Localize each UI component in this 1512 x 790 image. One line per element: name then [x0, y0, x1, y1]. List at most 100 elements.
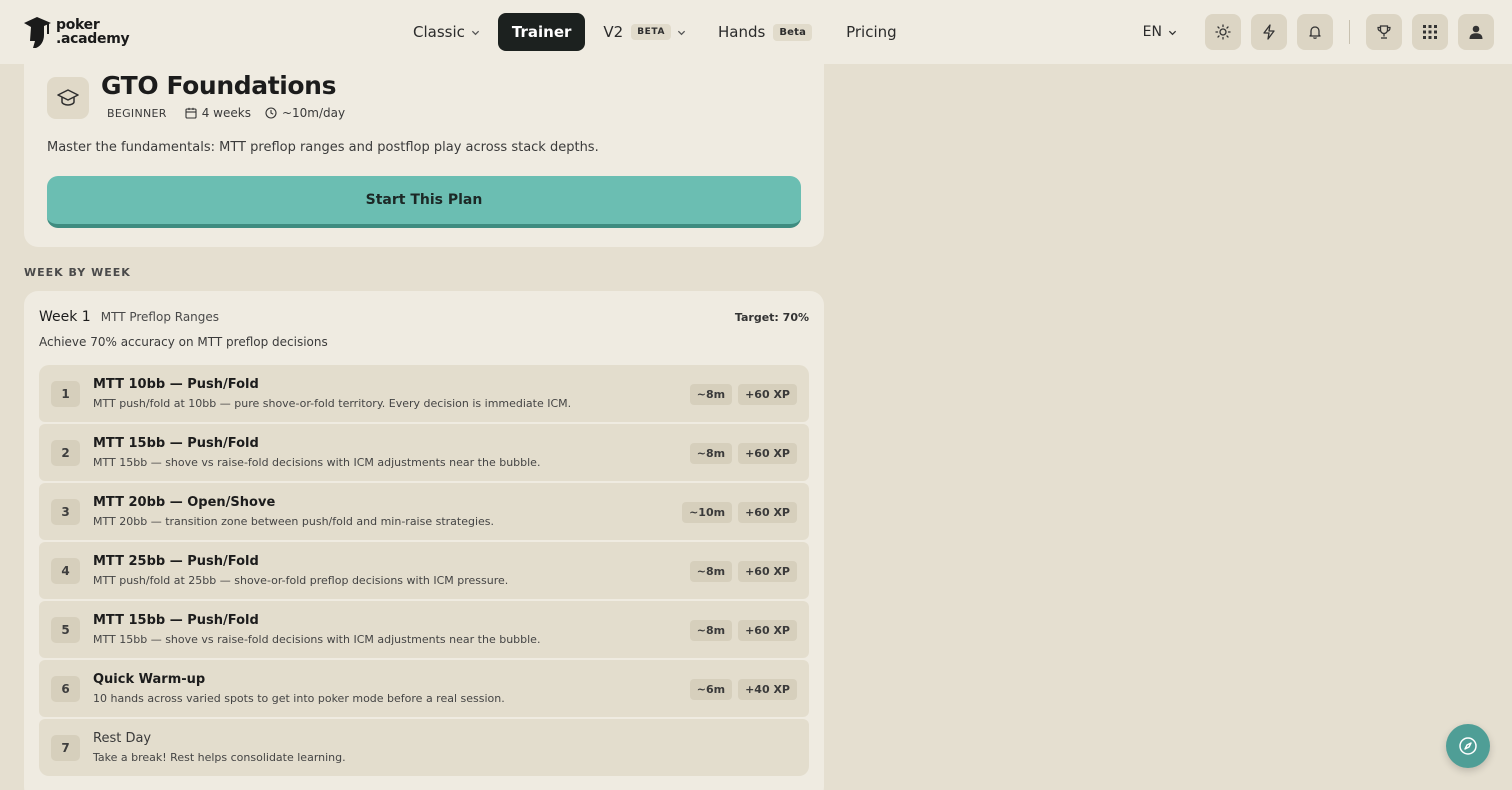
plan-meta: BEGINNER 4 weeks ~10m/day: [101, 106, 359, 120]
plan-title: GTO Foundations: [101, 71, 337, 100]
lesson-item[interactable]: 5 MTT 15bb — Push/Fold MTT 15bb — shove …: [39, 601, 809, 658]
lesson-time-chip: ~8m: [689, 620, 733, 641]
lesson-item[interactable]: 4 MTT 25bb — Push/Fold MTT push/fold at …: [39, 542, 809, 599]
lesson-description: MTT push/fold at 25bb — shove-or-fold pr…: [93, 574, 509, 587]
logo-line-2: .academy: [56, 31, 130, 47]
lesson-description: Take a break! Rest helps consolidate lea…: [93, 751, 346, 764]
lesson-number: 7: [51, 735, 80, 761]
lesson-description: MTT 15bb — shove vs raise-fold decisions…: [93, 456, 541, 469]
lesson-time-chip: ~10m: [682, 502, 733, 523]
leaderboard-button[interactable]: [1366, 14, 1402, 50]
clock-icon: [265, 107, 277, 119]
theme-toggle-button[interactable]: [1205, 14, 1241, 50]
nav-hands-label: Hands: [718, 23, 766, 41]
chevron-down-icon: [677, 30, 686, 35]
lesson-title: MTT 20bb — Open/Shove: [93, 495, 276, 510]
toolbar-divider: [1349, 20, 1350, 44]
nav-v2-label: V2: [603, 23, 624, 41]
lesson-number: 4: [51, 558, 80, 584]
graduation-cap-icon: [57, 89, 79, 106]
lesson-xp-chip: +60 XP: [738, 502, 797, 523]
beta-badge: BETA: [631, 24, 672, 40]
top-navigation-bar: poker .academy Classic Trainer V2 BETA H…: [0, 0, 1512, 64]
lesson-time-chip: ~8m: [689, 561, 733, 582]
lesson-time-chip: ~8m: [689, 443, 733, 464]
grid-icon: [1423, 25, 1437, 39]
lesson-time-chip: ~6m: [689, 679, 733, 700]
compass-icon: [1459, 737, 1477, 755]
apps-menu-button[interactable]: [1412, 14, 1448, 50]
lesson-chips: ~8m +60 XP: [684, 620, 797, 641]
lesson-xp-chip: +40 XP: [738, 679, 797, 700]
lesson-chips: ~8m +60 XP: [684, 443, 797, 464]
lesson-item[interactable]: 2 MTT 15bb — Push/Fold MTT 15bb — shove …: [39, 424, 809, 481]
bell-icon: [1309, 26, 1321, 39]
language-selector[interactable]: EN: [1143, 24, 1177, 40]
lesson-description: MTT 20bb — transition zone between push/…: [93, 515, 495, 528]
lesson-xp-chip: +60 XP: [738, 561, 797, 582]
main-nav: Classic Trainer V2 BETA Hands Beta Prici…: [401, 13, 909, 51]
lesson-title: MTT 25bb — Push/Fold: [93, 554, 259, 569]
language-label: EN: [1142, 24, 1162, 40]
calendar-icon: [185, 107, 197, 119]
week-card: Week 1 MTT Preflop Ranges Target: 70% Ac…: [24, 291, 824, 790]
lesson-item[interactable]: 3 MTT 20bb — Open/Shove MTT 20bb — trans…: [39, 483, 809, 540]
trophy-icon: [1377, 25, 1391, 39]
section-heading: WEEK BY WEEK: [24, 266, 131, 279]
nav-classic[interactable]: Classic: [401, 13, 492, 51]
lesson-chips: ~8m +60 XP: [684, 384, 797, 405]
lesson-title: MTT 15bb — Push/Fold: [93, 436, 259, 451]
lesson-number: 3: [51, 499, 80, 525]
lesson-xp-chip: +60 XP: [738, 443, 797, 464]
nav-trainer[interactable]: Trainer: [497, 13, 586, 51]
lesson-xp-chip: +60 XP: [738, 384, 797, 405]
logo-wordmark: poker .academy: [56, 17, 130, 47]
lesson-number: 5: [51, 617, 80, 643]
lesson-title: MTT 15bb — Push/Fold: [93, 613, 259, 628]
plan-duration-label: 4 weeks: [201, 106, 251, 120]
lesson-number: 6: [51, 676, 80, 702]
lesson-chips: ~8m +60 XP: [684, 561, 797, 582]
nav-trainer-label: Trainer: [511, 23, 572, 41]
chevron-down-icon: [471, 30, 479, 35]
lesson-chips: ~6m +40 XP: [684, 679, 797, 700]
user-icon: [1469, 25, 1483, 39]
quick-play-button[interactable]: [1251, 14, 1287, 50]
nav-v2[interactable]: V2 BETA: [591, 13, 698, 51]
lesson-xp-chip: +60 XP: [738, 620, 797, 641]
plan-description: Master the fundamentals: MTT preflop ran…: [47, 140, 599, 155]
nav-pricing-label: Pricing: [846, 23, 897, 41]
lesson-description: MTT push/fold at 10bb — pure shove-or-fo…: [93, 397, 572, 410]
logo-line-1: poker: [56, 17, 100, 33]
lesson-title: Quick Warm-up: [93, 672, 206, 687]
sun-icon: [1215, 24, 1231, 40]
week-subtitle: MTT Preflop Ranges: [100, 310, 220, 324]
nav-hands[interactable]: Hands Beta: [706, 13, 824, 51]
plan-overview-card: GTO Foundations BEGINNER 4 weeks ~10m/da…: [24, 40, 824, 247]
lesson-list: 1 MTT 10bb — Push/Fold MTT push/fold at …: [39, 365, 809, 778]
week-description: Achieve 70% accuracy on MTT preflop deci…: [39, 335, 328, 349]
lesson-title: MTT 10bb — Push/Fold: [93, 377, 259, 392]
lesson-item[interactable]: 6 Quick Warm-up 10 hands across varied s…: [39, 660, 809, 717]
plan-level: BEGINNER: [107, 106, 167, 120]
lesson-description: 10 hands across varied spots to get into…: [93, 692, 505, 705]
lesson-number: 2: [51, 440, 80, 466]
chevron-down-icon: [1168, 30, 1177, 35]
lesson-description: MTT 15bb — shove vs raise-fold decisions…: [93, 633, 541, 646]
plan-daily-time: ~10m/day: [265, 106, 345, 120]
lesson-chips: ~10m +60 XP: [676, 502, 797, 523]
plan-duration: 4 weeks: [185, 106, 251, 120]
week-target: Target: 70%: [734, 311, 809, 324]
poker-academy-logo[interactable]: poker .academy: [22, 14, 130, 50]
lesson-item[interactable]: 1 MTT 10bb — Push/Fold MTT push/fold at …: [39, 365, 809, 422]
explore-fab-button[interactable]: [1446, 724, 1490, 768]
start-plan-button[interactable]: Start This Plan: [47, 176, 801, 228]
nav-pricing[interactable]: Pricing: [834, 13, 909, 51]
lesson-time-chip: ~8m: [689, 384, 733, 405]
beta-badge: Beta: [773, 23, 813, 41]
rest-day-item: 7 Rest Day Take a break! Rest helps cons…: [39, 719, 809, 776]
profile-button[interactable]: [1458, 14, 1494, 50]
graduation-hat-logo-icon: [24, 17, 51, 48]
plan-daily-label: ~10m/day: [281, 106, 346, 120]
notifications-button[interactable]: [1297, 14, 1333, 50]
